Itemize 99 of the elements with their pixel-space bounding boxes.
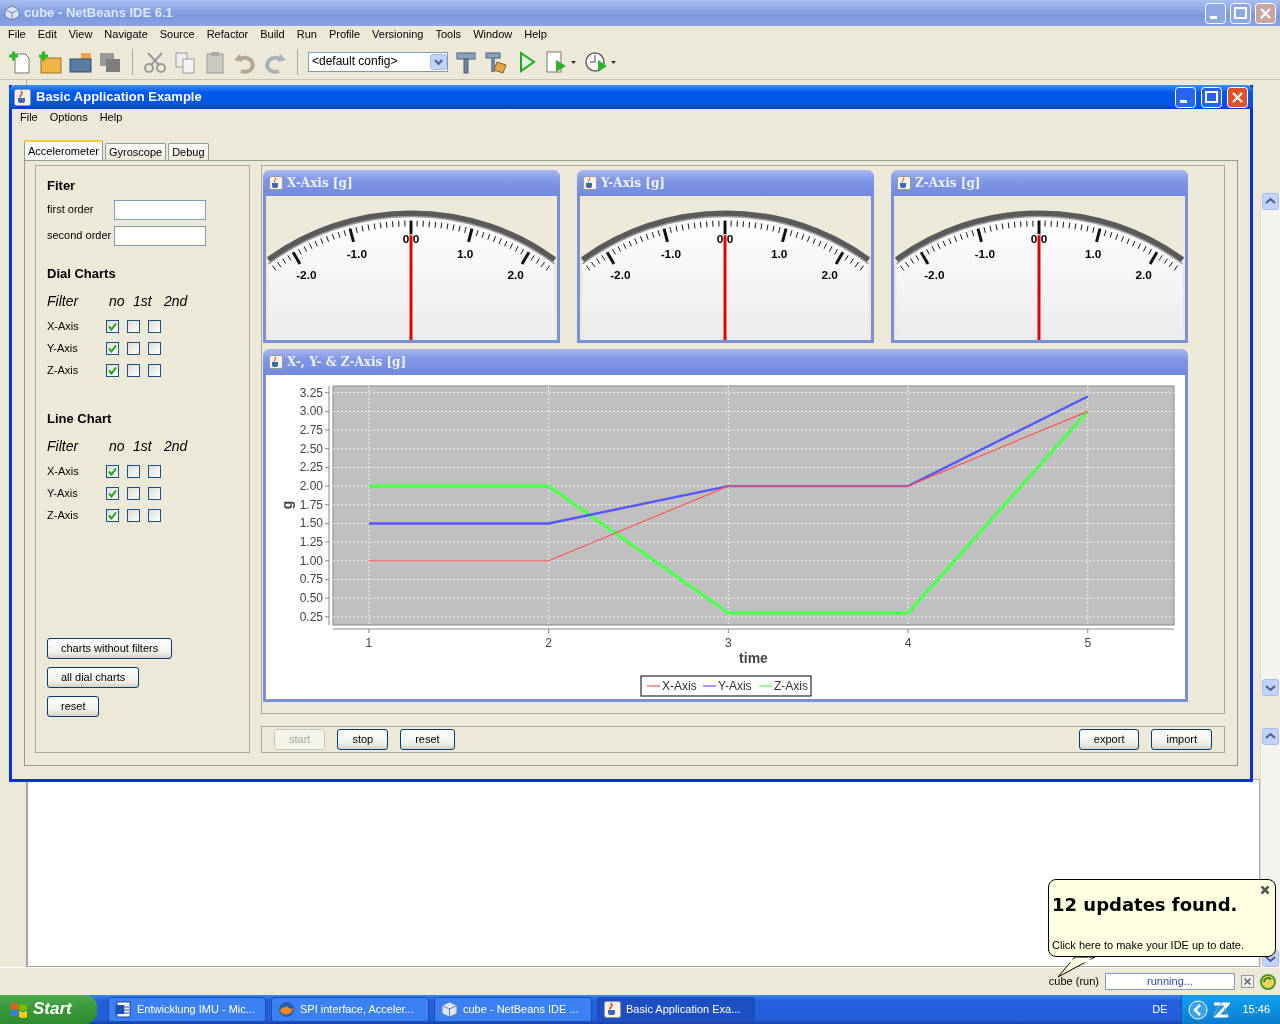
- tick-label: 1.75: [299, 497, 323, 512]
- tick-label: 1.0: [771, 246, 788, 260]
- button[interactable]: charts without filters: [47, 638, 173, 659]
- button[interactable]: all dial charts: [47, 667, 140, 688]
- section-heading: Dial Charts: [47, 265, 117, 282]
- section-heading: Line Chart: [47, 410, 113, 427]
- tick-label: 3.00: [299, 404, 323, 419]
- tick-label: -1.0: [974, 246, 995, 260]
- column-label: 1st: [133, 293, 153, 310]
- tick-label: 4: [904, 636, 912, 650]
- menu-item[interactable]: Refactor: [200, 28, 255, 42]
- tick-label: 1.0: [457, 246, 474, 260]
- menu-item[interactable]: Run: [290, 28, 323, 42]
- balloon-text[interactable]: Click here to make your IDE up to date.: [1052, 939, 1244, 953]
- column-label: Filter: [47, 293, 80, 310]
- tick-label: -2.0: [296, 267, 317, 281]
- tick-label: 3.25: [299, 385, 323, 400]
- frame-title: Z-Axis [g]: [915, 175, 981, 190]
- menu-item[interactable]: View: [62, 28, 99, 42]
- balloon-title: 12 updates found.: [1052, 894, 1238, 916]
- button[interactable]: import: [1151, 729, 1212, 750]
- taskbar-button[interactable]: cube - NetBeans IDE ...: [434, 997, 592, 1022]
- tick-label: 1.00: [299, 553, 323, 568]
- tick-label: -1.0: [346, 246, 367, 260]
- button[interactable]: stop: [337, 729, 389, 750]
- tick-label: -2.0: [924, 267, 945, 281]
- tick-label: -2.0: [610, 267, 631, 281]
- tick-label: 1.50: [299, 516, 323, 531]
- menu-item[interactable]: File: [2, 28, 32, 42]
- taskbar-button[interactable]: Basic Application Exa...: [597, 997, 755, 1022]
- tick-label: -1.0: [660, 246, 681, 260]
- tab[interactable]: Gyroscope: [104, 143, 167, 160]
- tab[interactable]: Accelerometer: [24, 140, 103, 160]
- row-label: Y-Axis: [47, 342, 79, 356]
- menu-item[interactable]: Edit: [31, 28, 63, 42]
- row-label: X-Axis: [47, 320, 80, 334]
- menu-item[interactable]: Profile: [322, 28, 367, 42]
- column-label: no: [109, 293, 126, 310]
- frame-title: X-Axis [g]: [287, 175, 353, 190]
- language-indicator[interactable]: DE: [1152, 1002, 1168, 1017]
- tick-label: 2: [545, 636, 552, 650]
- task-name: cube (run): [1048, 974, 1099, 989]
- tick-label: 2.50: [299, 441, 323, 456]
- menu-item[interactable]: File: [14, 111, 44, 125]
- field-label: second order: [47, 229, 113, 243]
- legend-label: Y-Axis: [718, 679, 752, 693]
- legend-label: X-Axis: [662, 679, 697, 693]
- tick-label: 3: [725, 636, 732, 650]
- row-label: X-Axis: [47, 464, 80, 479]
- column-label: 1st: [133, 438, 153, 455]
- axis-label: time: [739, 650, 768, 666]
- menu-item[interactable]: Help: [93, 111, 129, 125]
- button[interactable]: export: [1078, 729, 1140, 750]
- frame-title: Y-Axis [g]: [601, 175, 666, 190]
- column-label: no: [109, 438, 126, 455]
- tab[interactable]: Debug: [168, 143, 209, 160]
- clock: 15:46: [1242, 1002, 1270, 1017]
- tick-label: 2.0: [1135, 267, 1152, 281]
- tick-label: 0.50: [299, 591, 323, 606]
- menu-item[interactable]: Versioning: [366, 28, 430, 42]
- tick-label: 2.25: [299, 460, 323, 475]
- progress-field: running...: [1105, 973, 1235, 990]
- menu-item[interactable]: Window: [467, 28, 519, 42]
- window-title: cube - NetBeans IDE 6.1: [24, 5, 174, 21]
- config-dropdown[interactable]: <default config>: [308, 51, 448, 72]
- axis-label: g: [279, 500, 295, 510]
- menu-item[interactable]: Help: [518, 28, 553, 42]
- tick-label: 0.25: [299, 609, 323, 624]
- tick-label: 1.0: [1085, 246, 1102, 260]
- tick-label: 1.25: [299, 535, 323, 550]
- legend-label: Z-Axis: [774, 679, 808, 693]
- menu-item[interactable]: Options: [43, 111, 94, 125]
- tick-label: 2.0: [821, 267, 838, 281]
- taskbar-button[interactable]: Entwicklung IMU - Mic...: [108, 997, 266, 1022]
- taskbar-button[interactable]: SPI interface, Acceler...: [271, 997, 429, 1022]
- row-label: Y-Axis: [47, 487, 79, 501]
- tick-label: 5: [1084, 636, 1092, 650]
- menu-item[interactable]: Build: [254, 28, 291, 42]
- config-value: <default config>: [312, 54, 398, 69]
- start-button[interactable]: Start: [0, 995, 97, 1024]
- tick-label: 2.0: [507, 267, 524, 281]
- button[interactable]: reset: [47, 696, 100, 717]
- menu-item[interactable]: Source: [153, 28, 201, 42]
- section-heading: Fiter: [47, 178, 77, 194]
- menu-item[interactable]: Navigate: [98, 28, 154, 42]
- row-label: Z-Axis: [47, 364, 80, 378]
- tick-label: 2.00: [299, 479, 323, 494]
- tick-label: 0.75: [299, 572, 323, 587]
- column-label: 2nd: [164, 293, 188, 310]
- button[interactable]: reset: [400, 729, 455, 750]
- window-title: Basic Application Example: [36, 89, 203, 105]
- tick-label: 1: [365, 636, 373, 650]
- column-label: 2nd: [164, 438, 188, 455]
- field-label: first order: [47, 203, 95, 217]
- tick-label: 2.75: [299, 423, 323, 438]
- menu-item[interactable]: Tools: [429, 28, 468, 42]
- row-label: Z-Axis: [47, 509, 80, 523]
- frame-title: X-, Y- & Z-Axis [g]: [287, 354, 407, 370]
- column-label: Filter: [47, 438, 80, 455]
